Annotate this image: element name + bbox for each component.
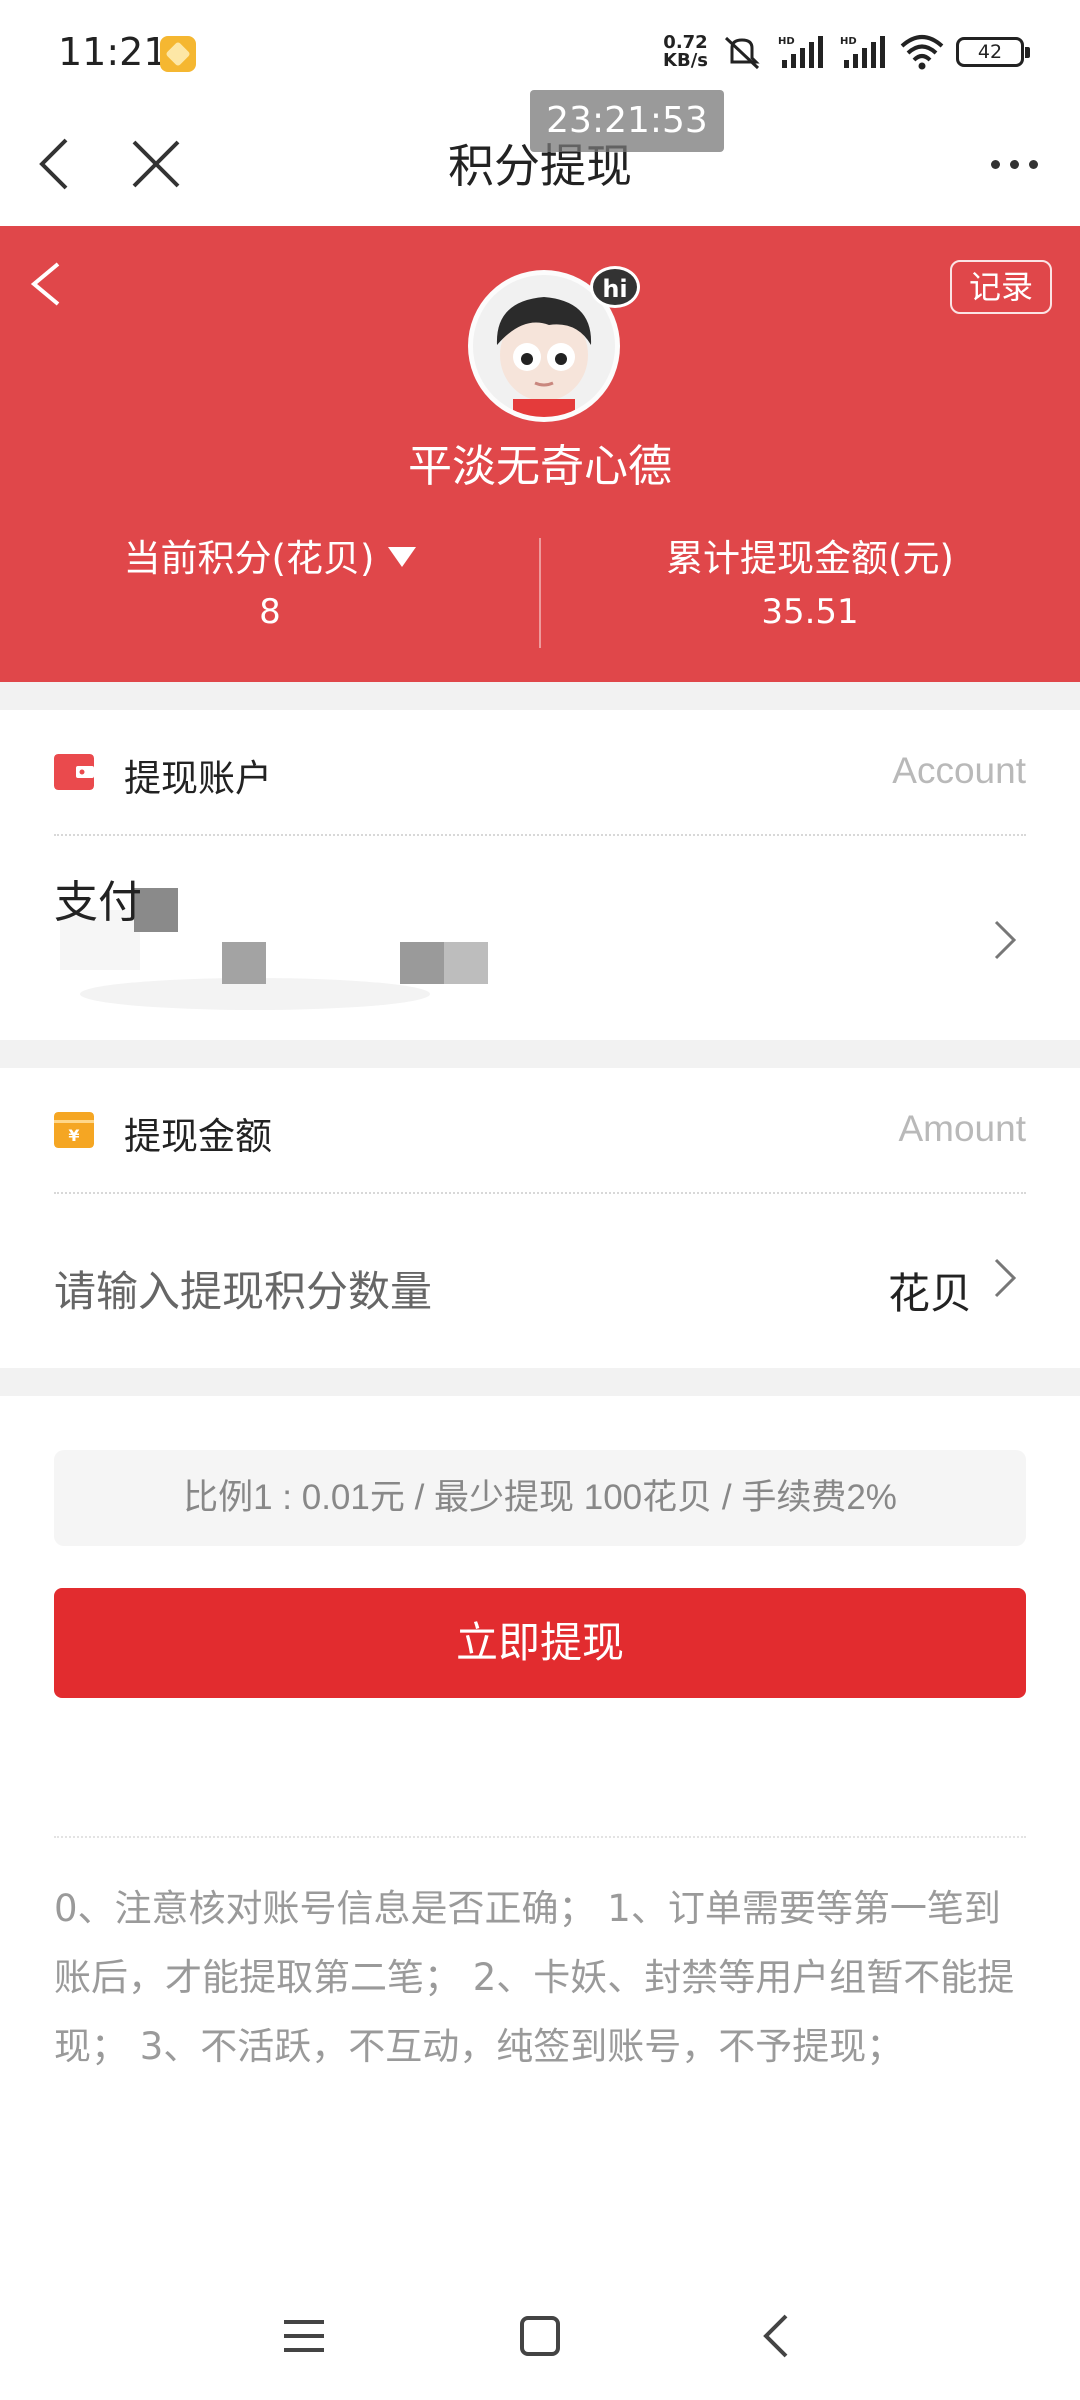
total-withdrawn-value: 35.51	[761, 592, 859, 632]
amount-section-header: ¥ 提现金额 Amount	[54, 1068, 1026, 1194]
more-options-icon[interactable]	[978, 128, 1050, 200]
account-name-text: 支付	[54, 877, 142, 928]
account-section-hint: Account	[892, 750, 1026, 791]
account-mosaic	[222, 942, 266, 984]
caret-down-icon[interactable]	[388, 547, 417, 567]
points-unit-selector[interactable]: 花贝	[888, 1260, 972, 1321]
home-icon[interactable]	[504, 2306, 576, 2366]
total-withdrawn-label: 累计提现金额(元)	[666, 537, 954, 580]
amount-section-title: 提现金额	[124, 1115, 272, 1158]
chevron-right-icon	[994, 920, 1017, 960]
signal-hd-1-icon: HD	[778, 36, 823, 68]
section-gap	[0, 1040, 1080, 1068]
withdraw-points-input[interactable]: 请输入提现积分数量	[54, 1258, 432, 1319]
time-overlay: 23:21:53	[530, 90, 724, 152]
amount-section-hint: Amount	[898, 1108, 1026, 1149]
system-nav-bar	[0, 2270, 1080, 2400]
profile-header: 记录 hi 平淡无奇心德 当前积分(花贝) 8 累计提现金额(元) 35.51	[0, 226, 1080, 682]
exchange-ratio-info: 比例1 : 0.01元 / 最少提现 100花贝 / 手续费2%	[54, 1450, 1026, 1546]
account-mosaic	[444, 942, 488, 984]
nav-back-icon[interactable]	[740, 2306, 812, 2366]
menu-icon[interactable]	[268, 2306, 340, 2366]
total-withdrawn-stat: 累计提现金额(元) 35.51	[540, 536, 1080, 642]
amount-card: ¥ 提现金额 Amount 请输入提现积分数量 花贝	[0, 1068, 1080, 1368]
account-selector-row[interactable]	[0, 838, 1080, 1040]
signal-hd-2-icon: HD	[840, 36, 885, 68]
cash-icon: ¥	[54, 1112, 94, 1148]
wallet-icon	[54, 754, 94, 790]
section-gap	[0, 1368, 1080, 1396]
records-button[interactable]: 记录	[950, 260, 1052, 314]
notification-app-icon	[160, 36, 196, 72]
more-dot	[990, 159, 1000, 169]
status-time: 11:21	[58, 30, 168, 74]
wifi-icon	[900, 35, 944, 70]
network-speed-unit: KB/s	[663, 50, 708, 71]
svg-text:HD: HD	[778, 36, 795, 47]
status-icons: 0.72 KB/s HD HD 42	[663, 30, 1030, 74]
current-points-stat[interactable]: 当前积分(花贝) 8	[0, 536, 540, 642]
account-section-header: 提现账户 Account	[54, 710, 1026, 836]
header-back-icon[interactable]	[18, 250, 78, 320]
account-mosaic	[400, 942, 444, 984]
status-bar: 11:21 0.72 KB/s HD HD 42	[0, 0, 1080, 100]
section-gap	[0, 682, 1080, 710]
avatar-hi-badge: hi	[590, 266, 640, 308]
battery-indicator: 42	[956, 37, 1030, 67]
svg-text:HD: HD	[840, 36, 857, 47]
username: 平淡无奇心德	[408, 441, 672, 492]
vibrate-mute-icon	[724, 36, 760, 70]
account-section-title: 提现账户	[124, 757, 272, 800]
more-dot	[1009, 159, 1019, 169]
withdraw-notes: 0、注意核对账号信息是否正确； 1、订单需要等第一笔到账后，才能提取第二笔； 2…	[54, 1887, 1015, 2068]
chevron-right-icon[interactable]	[992, 1254, 1018, 1302]
current-points-label: 当前积分(花贝)	[123, 537, 375, 580]
svg-text:¥: ¥	[68, 1126, 79, 1145]
notes-divider	[54, 1836, 1026, 1838]
network-speed: 0.72 KB/s	[663, 34, 708, 70]
current-points-value: 8	[259, 592, 281, 632]
more-dot	[1028, 159, 1038, 169]
withdraw-now-button[interactable]: 立即提现	[54, 1588, 1026, 1698]
account-card: 提现账户 Account 支付	[0, 710, 1080, 1040]
